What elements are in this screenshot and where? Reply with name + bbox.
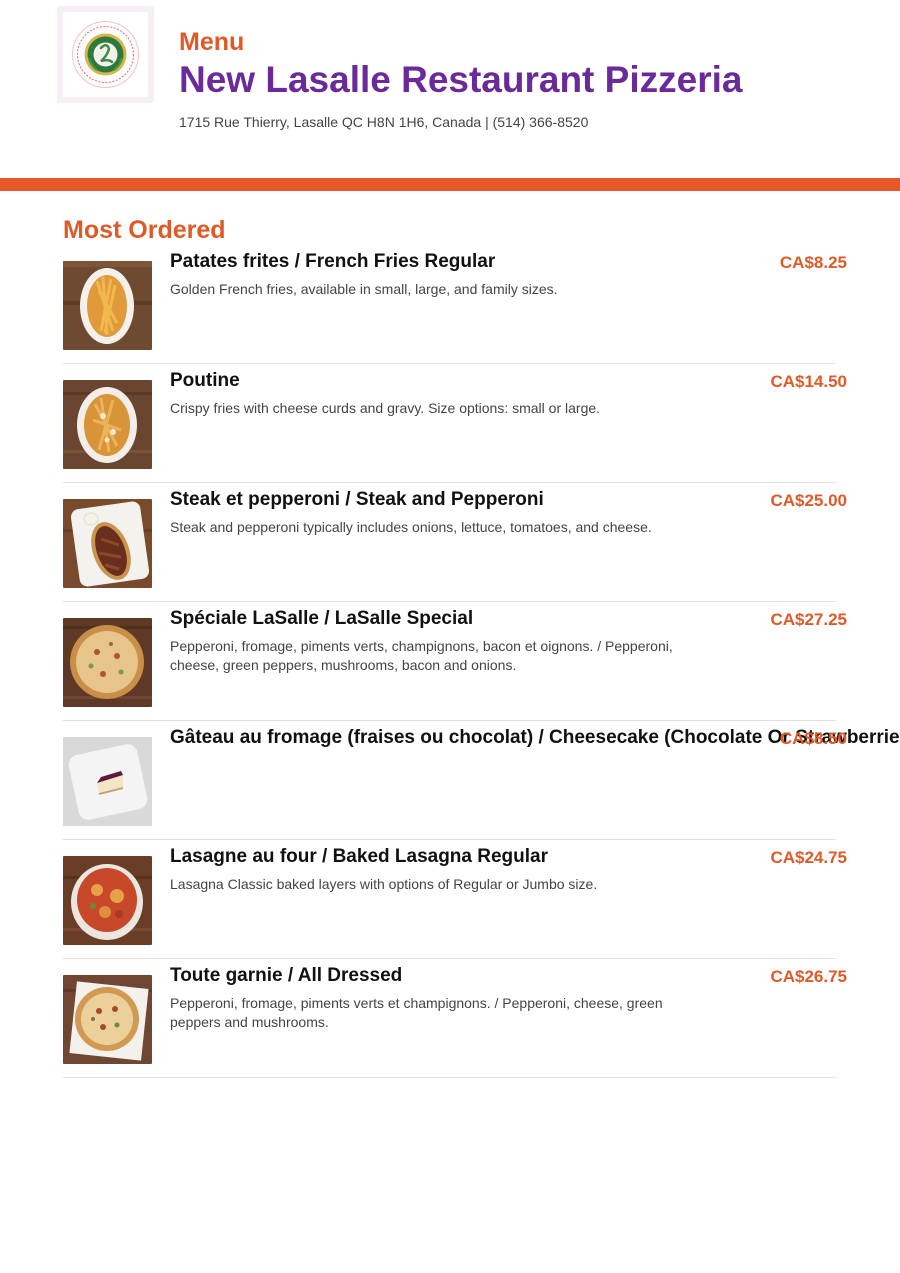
item-price: CA$27.25 (770, 610, 847, 629)
menu-item[interactable]: Lasagne au four / Baked Lasagna Regular … (63, 840, 847, 959)
menu-item[interactable]: Spéciale LaSalle / LaSalle Special Peppe… (63, 602, 847, 721)
item-price: CA$8.25 (779, 253, 847, 272)
lasagna-photo (63, 856, 152, 945)
item-price: CA$25.00 (770, 491, 847, 510)
item-name: Patates frites / French Fries Regular (170, 251, 496, 272)
menu-item[interactable]: Steak et pepperoni / Steak and Pepperoni… (63, 483, 847, 602)
menu-item[interactable]: Toute garnie / All Dressed Pepperoni, fr… (63, 959, 847, 1078)
menu-label: Menu (179, 28, 245, 56)
item-price: CA$24.75 (770, 848, 847, 867)
header-divider-bar (0, 178, 900, 191)
section-title: Most Ordered (63, 216, 226, 244)
steak-sandwich-photo (63, 499, 152, 588)
item-description: Lasagna Classic baked layers with option… (170, 876, 598, 892)
poutine-photo (63, 380, 152, 469)
item-name: Toute garnie / All Dressed (170, 965, 403, 986)
french-fries-photo (63, 261, 152, 350)
menu-item[interactable]: Patates frites / French Fries Regular Go… (63, 245, 847, 364)
menu-items-list: Patates frites / French Fries Regular Go… (63, 245, 900, 1078)
logo-frame (63, 12, 148, 97)
all-dressed-pizza-photo (63, 975, 152, 1064)
cheesecake-photo (63, 737, 152, 826)
restaurant-address: 1715 Rue Thierry, Lasalle QC H8N 1H6, Ca… (179, 114, 589, 130)
item-description: Pepperoni, fromage, piments verts, champ… (170, 638, 673, 673)
item-price: CA$14.50 (770, 372, 847, 391)
restaurant-logo-seal-icon (72, 21, 139, 88)
item-price: CA$8.50 (779, 729, 847, 748)
item-name: Steak et pepperoni / Steak and Pepperoni (170, 489, 544, 510)
item-name: Poutine (170, 370, 240, 391)
restaurant-name: New Lasalle Restaurant Pizzeria (179, 59, 743, 100)
item-description: Crispy fries with cheese curds and gravy… (170, 400, 601, 416)
menu-header: Menu New Lasalle Restaurant Pizzeria 171… (0, 0, 900, 178)
pizza-photo (63, 618, 152, 707)
item-name: Lasagne au four / Baked Lasagna Regular (170, 846, 548, 867)
item-description: Pepperoni, fromage, piments verts et cha… (170, 995, 663, 1030)
menu-item[interactable]: Poutine Crispy fries with cheese curds a… (63, 364, 847, 483)
restaurant-logo (57, 6, 154, 103)
item-price: CA$26.75 (770, 967, 847, 986)
item-description: Golden French fries, available in small,… (170, 281, 558, 297)
menu-item[interactable]: Gâteau au fromage (fraises ou chocolat) … (63, 721, 900, 840)
item-description: Steak and pepperoni typically includes o… (170, 519, 652, 535)
item-name: Spéciale LaSalle / LaSalle Special (170, 608, 474, 629)
